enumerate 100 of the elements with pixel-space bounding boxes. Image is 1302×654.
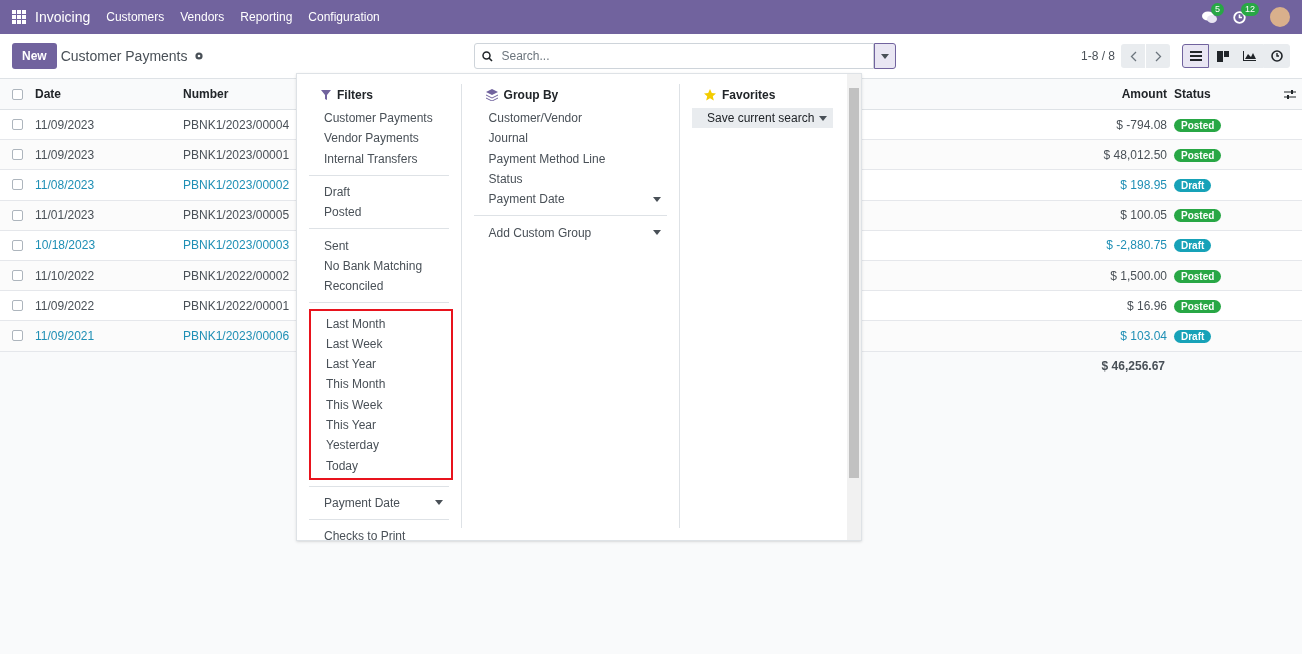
select-all-checkbox[interactable] — [12, 88, 23, 100]
search-icon — [481, 51, 493, 62]
filter-option[interactable]: Customer/Vendor — [473, 108, 667, 129]
list-icon — [1189, 51, 1202, 61]
table-cell-text: PBNK1/2023/00003 — [183, 237, 290, 255]
filter-option[interactable]: Vendor Payments — [309, 128, 449, 149]
row-checkbox[interactable] — [12, 179, 23, 191]
table-cell-text: $ 1,500.00 — [1110, 267, 1167, 285]
search-options-toggle[interactable] — [873, 43, 896, 69]
table-cell-text: PBNK1/2023/00006 — [183, 327, 290, 345]
filter-option[interactable]: Yesterday — [311, 435, 451, 456]
table-cell-text: PBNK1/2023/00002 — [183, 176, 290, 194]
table-cell-text: $ 100.05 — [1120, 207, 1167, 225]
dropdown-menu-item[interactable]: Payment Date — [473, 189, 667, 210]
filter-option[interactable]: Payment Method Line — [473, 148, 667, 169]
filter-option[interactable]: Reconciled — [309, 276, 449, 297]
table-cell-text: 11/09/2023 — [35, 146, 96, 164]
column-header[interactable]: Number — [183, 85, 229, 103]
section-title: Filters — [337, 87, 373, 104]
row-checkbox[interactable] — [12, 119, 23, 131]
filter-option[interactable]: Sent — [309, 235, 449, 256]
filter-option[interactable]: Journal — [473, 128, 667, 149]
status-badge: Posted — [1174, 269, 1222, 283]
kanban-icon — [1216, 50, 1229, 62]
search-field[interactable]: Search... — [473, 43, 874, 69]
clock-icon — [1270, 50, 1283, 62]
table-cell-text: $ -2,880.75 — [1106, 237, 1167, 255]
table-cell-text: 11/09/2022 — [35, 297, 96, 315]
table-cell-text: 11/10/2022 — [35, 267, 96, 285]
section-title: Favorites — [722, 87, 776, 104]
status-badge: Posted — [1174, 118, 1222, 132]
filter-option[interactable]: This Week — [311, 394, 451, 415]
dropdown-menu-item[interactable]: Payment Date — [309, 492, 449, 514]
view-switch-button[interactable] — [1182, 44, 1209, 68]
sliders-icon[interactable] — [1284, 88, 1296, 100]
column-header[interactable]: Amount — [1121, 85, 1167, 103]
area-chart-icon — [1243, 51, 1256, 61]
table-cell-text: $ 16.96 — [1126, 297, 1167, 315]
column-header[interactable]: Date — [35, 85, 183, 103]
table-cell-text: PBNK1/2023/00005 — [183, 207, 290, 225]
new-button[interactable]: New — [12, 43, 57, 69]
save-search-button[interactable]: Save current search — [692, 108, 833, 128]
notification-badge: 5 — [1211, 2, 1224, 16]
filter-option[interactable]: No Bank Matching — [309, 255, 449, 277]
chat-icon[interactable] — [1202, 10, 1217, 24]
row-checkbox[interactable] — [12, 149, 23, 161]
nav-menu-item[interactable]: Reporting — [240, 8, 293, 26]
filter-option[interactable]: Draft — [309, 181, 449, 203]
nav-menu-item[interactable]: Configuration — [308, 8, 380, 26]
table-cell-text: PBNK1/2022/00002 — [183, 267, 290, 285]
clock-icon[interactable] — [1233, 10, 1246, 24]
filter-icon — [321, 90, 331, 100]
filter-option[interactable]: This Month — [311, 374, 451, 395]
pager-value: 1-8 / 8 — [1080, 48, 1115, 65]
filter-option[interactable]: Today — [311, 455, 451, 476]
nav-menu-item[interactable]: Vendors — [180, 8, 225, 26]
apps-grid-icon[interactable] — [12, 10, 26, 24]
row-checkbox[interactable] — [12, 209, 23, 221]
filter-option[interactable]: Checks to Print — [309, 526, 449, 547]
table-cell-text: PBNK1/2023/00004 — [183, 116, 290, 134]
filter-option[interactable]: Internal Transfers — [309, 148, 449, 169]
column-header[interactable]: Status — [1174, 85, 1284, 103]
table-cell-text: $ 48,012.50 — [1103, 146, 1167, 164]
dropdown-menu-item[interactable]: Add Custom Group — [473, 222, 667, 243]
table-cell-text: PBNK1/2023/00001 — [183, 146, 290, 164]
row-checkbox[interactable] — [12, 239, 23, 251]
page-title: Customer Payments — [60, 46, 188, 66]
filter-option[interactable]: Status — [473, 168, 667, 190]
filter-option[interactable]: Last Year — [311, 353, 451, 375]
table-cell-text: 11/09/2023 — [35, 116, 96, 134]
filter-option[interactable]: This Year — [311, 414, 451, 436]
table-cell-text: $ -794.08 — [1116, 116, 1167, 134]
star-icon — [704, 89, 716, 101]
app-name[interactable]: Invoicing — [35, 6, 91, 28]
status-badge: Posted — [1174, 299, 1222, 313]
row-checkbox[interactable] — [12, 300, 23, 312]
caret-icon — [653, 196, 661, 202]
caret-icon — [819, 115, 827, 121]
status-badge: Draft — [1174, 329, 1212, 343]
status-badge: Draft — [1174, 178, 1212, 192]
filter-option[interactable]: Posted — [309, 202, 449, 223]
filter-option[interactable]: Customer Payments — [309, 108, 449, 129]
caret-icon — [434, 500, 443, 506]
nav-menu-item[interactable]: Customers — [106, 8, 165, 26]
filter-option[interactable]: Last Month — [311, 313, 451, 334]
row-checkbox[interactable] — [12, 330, 23, 342]
scrollbar[interactable] — [847, 74, 861, 540]
layers-icon — [485, 89, 498, 101]
status-badge: Posted — [1174, 209, 1222, 223]
status-badge: Draft — [1174, 239, 1212, 253]
section-title: Group By — [503, 87, 559, 104]
filter-option[interactable]: Last Week — [311, 333, 451, 354]
table-cell-text: 11/01/2023 — [35, 207, 96, 225]
row-checkbox[interactable] — [12, 270, 23, 282]
table-cell-text: 11/08/2023 — [35, 176, 96, 194]
next-button[interactable] — [1146, 44, 1170, 68]
chevron-right-icon — [1154, 50, 1162, 62]
user-avatar[interactable] — [1270, 7, 1290, 27]
previous-button[interactable] — [1121, 44, 1145, 68]
caret-icon — [880, 53, 889, 59]
